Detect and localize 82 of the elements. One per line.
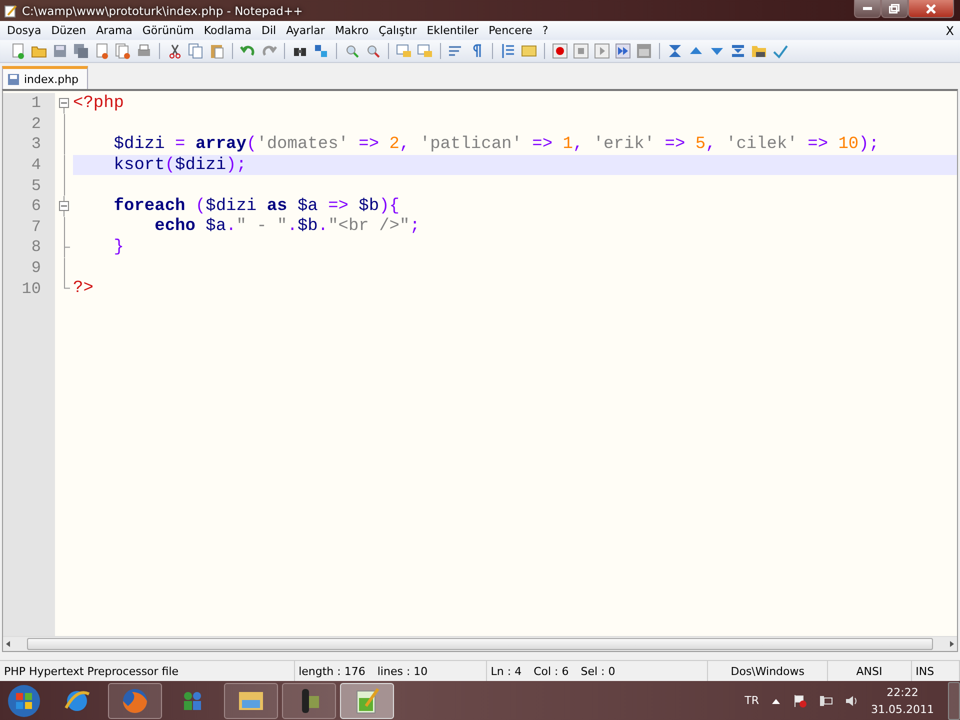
menu-item[interactable]: Makro <box>330 24 374 37</box>
close-button[interactable] <box>908 0 954 18</box>
code-line: foreach ($dizi as $a => $b){ <box>112 196 400 216</box>
minimize-icon <box>863 7 872 10</box>
play-icon[interactable] <box>594 43 610 59</box>
menu-item[interactable]: Pencere <box>484 24 538 37</box>
status-text: PHP Hypertext Preprocessor file <box>4 664 179 678</box>
line-number: 9 <box>3 258 55 278</box>
save-all-icon[interactable] <box>73 43 89 59</box>
code-line: ksort($dizi); <box>112 156 246 175</box>
line-number: 2 <box>3 114 55 134</box>
print-icon[interactable] <box>136 43 152 59</box>
menu-item[interactable]: Görünüm <box>137 24 199 37</box>
horizontal-scrollbar[interactable] <box>3 636 957 651</box>
panel-icon[interactable] <box>521 43 537 59</box>
line-number: 1 <box>3 93 55 114</box>
code-line: <?php <box>73 94 124 113</box>
status-text: Dos\Windows <box>730 664 804 678</box>
paste-icon[interactable] <box>209 43 225 59</box>
line-number: 4 <box>3 154 55 176</box>
line-number: 7 <box>3 216 55 238</box>
menu-item[interactable]: Dosya <box>2 24 46 37</box>
status-text: length : 176 <box>298 664 366 678</box>
code-line: echo $a." - ".$b."<br />"; <box>154 217 420 236</box>
folder-icon[interactable] <box>751 43 767 59</box>
language-indicator[interactable]: TR <box>744 694 760 707</box>
status-text: Ln : 4 <box>490 664 522 678</box>
close-file-icon[interactable] <box>94 43 110 59</box>
fold-end-line <box>64 278 70 290</box>
menu-item[interactable]: Çalıştır <box>374 24 422 37</box>
status-text: ANSI <box>856 664 882 678</box>
taskbar-app-button[interactable] <box>108 682 162 718</box>
code-line: } <box>112 238 124 257</box>
file-tab[interactable]: index.php <box>2 66 88 89</box>
menu-item[interactable]: Düzen <box>46 24 92 37</box>
indent-guide-icon[interactable] <box>500 43 516 59</box>
maximize-button[interactable] <box>881 0 908 18</box>
close-all-icon[interactable] <box>115 43 131 59</box>
speaker-icon[interactable] <box>845 694 860 708</box>
clock-date[interactable]: 31.05.2011 <box>871 702 934 716</box>
menu-item[interactable]: Dil <box>256 24 282 37</box>
new-file-icon[interactable] <box>10 43 26 59</box>
menu-item[interactable]: Kodlama <box>198 24 256 37</box>
editor-panel[interactable]: 1 <?php 2 3 $dizi = array('domates' => 2, 'patlican' => 1, 'erik' => 5, 'cilek' => 10); 4 ksort($dizi); 5 6 foreach ($dizi as $a => $b){ 7 echo $a." - ".$b."<br />"; 8 } 9 10 ?> <box>2 89 958 652</box>
menu-item[interactable]: Ayarlar <box>281 24 330 37</box>
close-icon <box>926 4 936 14</box>
close-document-button[interactable]: X <box>940 24 960 38</box>
line-number: 3 <box>3 134 55 155</box>
record-icon[interactable] <box>552 43 568 59</box>
window-title: C:\wamp\www\prototurk\index.php - Notepad++ <box>22 4 304 18</box>
zoom-out-icon[interactable] <box>365 43 381 59</box>
code-line: ?> <box>73 279 94 298</box>
notepad-icon <box>4 4 18 18</box>
code-line: $dizi = array('domates' => 2, 'patlican' => 1, 'erik' => 5, 'cilek' => 10); <box>112 134 880 154</box>
status-text: Sel : 0 <box>580 664 616 678</box>
fold-toggle-icon[interactable] <box>59 196 69 217</box>
zoom-in-icon[interactable] <box>344 43 360 59</box>
line-number: 10 <box>3 278 55 299</box>
line-number: 8 <box>3 237 55 258</box>
windows-orb-icon <box>7 684 41 718</box>
menu-item[interactable]: Eklentiler <box>422 24 484 37</box>
status-text: lines : 10 <box>377 664 428 678</box>
taskbar-app-button[interactable] <box>224 682 278 718</box>
line-number: 6 <box>3 196 55 217</box>
taskbar-app-button[interactable] <box>282 682 336 718</box>
up-triangle-icon[interactable] <box>771 696 782 704</box>
fold-branch-line <box>64 237 70 258</box>
line-number: 5 <box>3 175 55 196</box>
cut-icon[interactable] <box>167 43 183 59</box>
maximize-icon <box>889 4 900 14</box>
stop-icon[interactable] <box>573 43 589 59</box>
save-icon[interactable] <box>52 43 68 59</box>
fast-forward-icon[interactable] <box>615 43 631 59</box>
menu-item[interactable]: ? <box>537 24 554 37</box>
status-text: Col : 6 <box>534 664 569 678</box>
spellcheck-icon[interactable] <box>772 43 788 59</box>
minimize-button[interactable] <box>854 0 881 18</box>
status-text: INS <box>916 664 934 678</box>
flag-icon[interactable] <box>793 694 808 708</box>
copy-icon[interactable] <box>188 43 204 59</box>
menu-item[interactable]: Arama <box>91 24 138 37</box>
clock-time[interactable]: 22:22 <box>886 686 918 698</box>
